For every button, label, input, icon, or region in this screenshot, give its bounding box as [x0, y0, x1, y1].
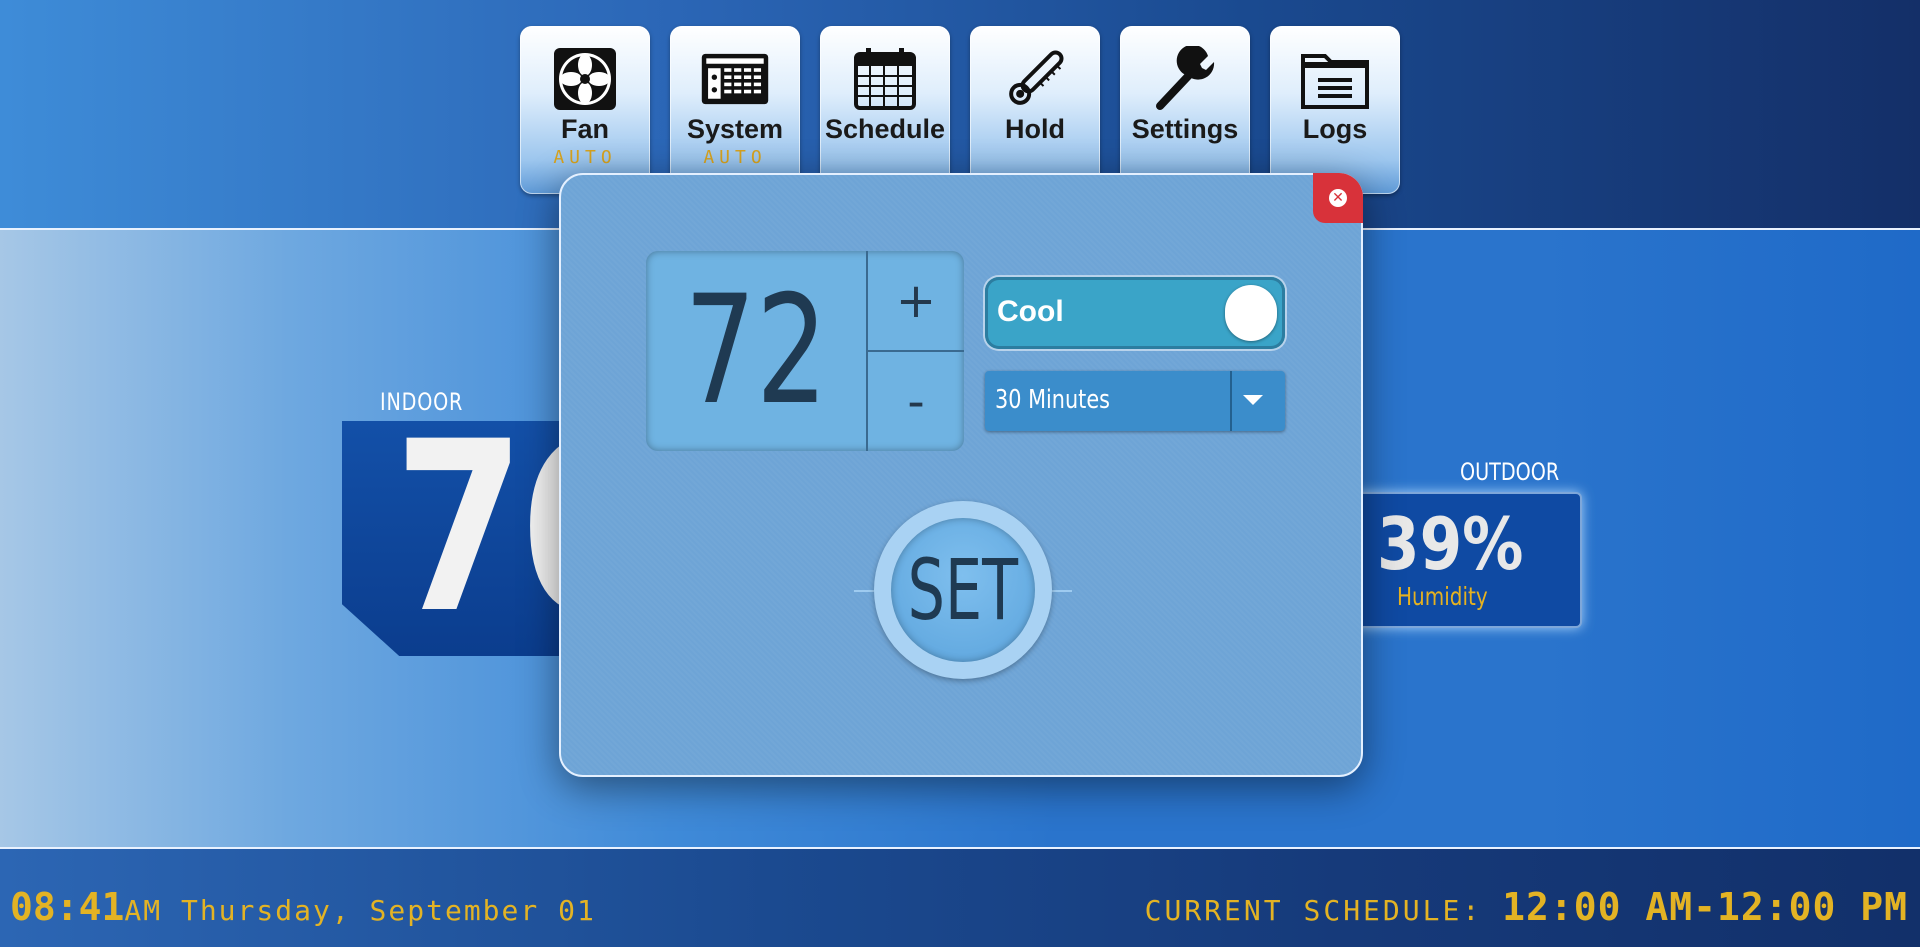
- footer-bar: 08:41AM Thursday, September 01 CURRENT S…: [0, 849, 1920, 947]
- increase-button[interactable]: +: [868, 251, 964, 350]
- set-button-ring: SET: [874, 501, 1052, 679]
- set-line-left: [854, 590, 874, 592]
- nav-logs-label: Logs: [1302, 114, 1368, 144]
- nav-fan-button[interactable]: Fan AUTO: [520, 26, 650, 194]
- outdoor-panel: 39% Humidity: [1350, 492, 1582, 628]
- setpoint-control: 72 + -: [646, 251, 964, 451]
- set-line-right: [1052, 590, 1072, 592]
- chevron-down-icon[interactable]: [1243, 395, 1263, 405]
- calendar-icon: [850, 44, 920, 114]
- indoor-label: INDOOR: [380, 388, 464, 416]
- current-schedule: CURRENT SCHEDULE: 12:00 AM-12:00 PM: [1145, 885, 1908, 929]
- close-icon: ✕: [1329, 189, 1347, 207]
- nav-hold-button[interactable]: Hold: [970, 26, 1100, 194]
- decrease-button[interactable]: -: [868, 352, 964, 451]
- humidity-value: 39%: [1377, 502, 1524, 586]
- set-button-label: SET: [907, 541, 1019, 639]
- nav-system-label: System: [686, 114, 784, 144]
- setpoint-value: 72: [684, 264, 828, 438]
- mode-label: Cool: [997, 295, 1064, 328]
- folder-icon: [1300, 44, 1370, 114]
- nav-schedule-label: Schedule: [824, 114, 946, 144]
- close-button[interactable]: ✕: [1313, 173, 1363, 223]
- schedule-label: CURRENT SCHEDULE:: [1144, 894, 1503, 927]
- set-button[interactable]: SET: [891, 518, 1035, 662]
- thermometer-icon: [1000, 44, 1070, 114]
- schedule-value: 12:00 AM-12:00 PM: [1502, 885, 1908, 929]
- main-nav: Fan AUTO System AUTO Schedule Hold Setti…: [520, 26, 1400, 194]
- hvac-unit-icon: [700, 44, 770, 114]
- nav-fan-status: AUTO: [553, 147, 617, 168]
- duration-value: 30 Minutes: [995, 385, 1110, 415]
- nav-hold-label: Hold: [1005, 114, 1065, 144]
- nav-fan-label: Fan: [560, 114, 609, 144]
- mode-toggle[interactable]: Cool: [985, 277, 1285, 349]
- nav-system-status: AUTO: [703, 147, 767, 168]
- duration-select[interactable]: 30 Minutes: [985, 371, 1285, 431]
- nav-system-button[interactable]: System AUTO: [670, 26, 800, 194]
- wrench-icon: [1150, 44, 1220, 114]
- humidity-label: Humidity: [1397, 582, 1488, 611]
- hold-dialog: ✕ 72 + - Cool 30 Minutes SET: [559, 173, 1363, 777]
- clock: 08:41AM Thursday, September 01: [10, 885, 596, 929]
- nav-logs-button[interactable]: Logs: [1270, 26, 1400, 194]
- nav-settings-label: Settings: [1131, 114, 1239, 144]
- toggle-knob[interactable]: [1225, 285, 1277, 341]
- clock-time: 08:41: [10, 885, 125, 929]
- fan-icon: [550, 44, 620, 114]
- nav-schedule-button[interactable]: Schedule: [820, 26, 950, 194]
- outdoor-label: OUTDOOR: [1460, 458, 1560, 486]
- nav-settings-button[interactable]: Settings: [1120, 26, 1250, 194]
- clock-date: AM Thursday, September 01: [124, 894, 596, 927]
- select-divider: [1230, 371, 1232, 431]
